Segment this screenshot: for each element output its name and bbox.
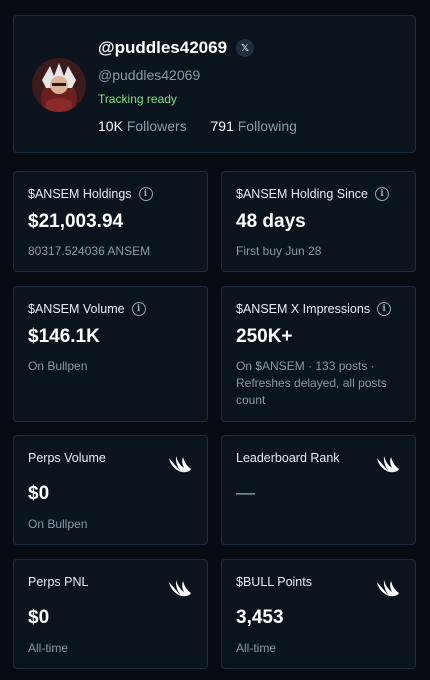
holdings-card: $ANSEM Holdings i $21,003.94 80317.52403… (13, 171, 208, 272)
leaderboard-label: Leaderboard Rank (236, 451, 340, 465)
info-icon[interactable]: i (375, 187, 390, 201)
following-label: Following (237, 118, 297, 134)
perps-volume-card: Perps Volume $0 On Bullpen (13, 435, 208, 545)
x-logo-icon[interactable]: 𝕏 (236, 39, 254, 57)
bullpen-wing-icon (169, 580, 191, 597)
perps-volume-value: $0 (28, 483, 50, 504)
avatar[interactable] (32, 58, 86, 112)
following-count: 791 (210, 118, 234, 134)
impressions-label: $ANSEM X Impressions (236, 302, 371, 316)
impressions-value: 250K+ (236, 326, 293, 347)
bull-points-card: $BULL Points 3,453 All-time (221, 559, 416, 669)
holding-since-card: $ANSEM Holding Since i 48 days First buy… (221, 171, 416, 272)
volume-label: $ANSEM Volume (28, 302, 125, 316)
perps-pnl-label: Perps PNL (28, 575, 89, 589)
leaderboard-card: Leaderboard Rank — (221, 435, 416, 545)
holdings-value: $21,003.94 (28, 211, 124, 232)
volume-value: $146.1K (28, 326, 100, 347)
impressions-sub: On $ANSEM · 133 posts · Refreshes delaye… (236, 359, 387, 407)
tracking-status: Tracking ready (98, 92, 177, 106)
username: @puddles42069 (98, 67, 201, 83)
holding-since-label-row: $ANSEM Holding Since i (236, 187, 390, 201)
perps-pnl-card: Perps PNL $0 All-time (13, 559, 208, 669)
holding-since-label: $ANSEM Holding Since (236, 187, 369, 201)
bull-points-value: 3,453 (236, 607, 284, 628)
perps-volume-sub: On Bullpen (28, 517, 88, 531)
bull-points-label: $BULL Points (236, 575, 312, 589)
volume-label-row: $ANSEM Volume i (28, 302, 146, 316)
impressions-card: $ANSEM X Impressions i 250K+ On $ANSEM ·… (221, 286, 416, 422)
display-handle: @puddles42069 (98, 38, 228, 57)
volume-sub: On Bullpen (28, 359, 88, 373)
bullpen-wing-icon (169, 456, 191, 473)
bullpen-wing-icon (377, 580, 399, 597)
perps-volume-label: Perps Volume (28, 451, 106, 465)
perps-pnl-value: $0 (28, 607, 50, 628)
followers-count: 10K (98, 118, 123, 134)
holdings-label-row: $ANSEM Holdings i (28, 187, 153, 201)
volume-card: $ANSEM Volume i $146.1K On Bullpen (13, 286, 208, 422)
bull-points-sub: All-time (236, 641, 277, 655)
profile-card: @puddles42069 𝕏 @puddles42069 Tracking r… (13, 15, 416, 153)
info-icon[interactable]: i (138, 187, 153, 201)
holding-since-value: 48 days (236, 211, 306, 232)
info-icon[interactable]: i (131, 302, 146, 316)
followers-label: Followers (126, 118, 187, 134)
bullpen-wing-icon (377, 456, 399, 473)
info-icon[interactable]: i (377, 302, 392, 316)
leaderboard-value: — (236, 483, 255, 504)
holdings-label: $ANSEM Holdings (28, 187, 132, 201)
holding-since-sub: First buy Jun 28 (236, 244, 322, 258)
impressions-label-row: $ANSEM X Impressions i (236, 302, 392, 316)
follow-stats: 10K Followers 791 Following (98, 118, 297, 134)
holdings-sub: 80317.524036 ANSEM (28, 244, 151, 258)
perps-pnl-sub: All-time (28, 641, 69, 655)
